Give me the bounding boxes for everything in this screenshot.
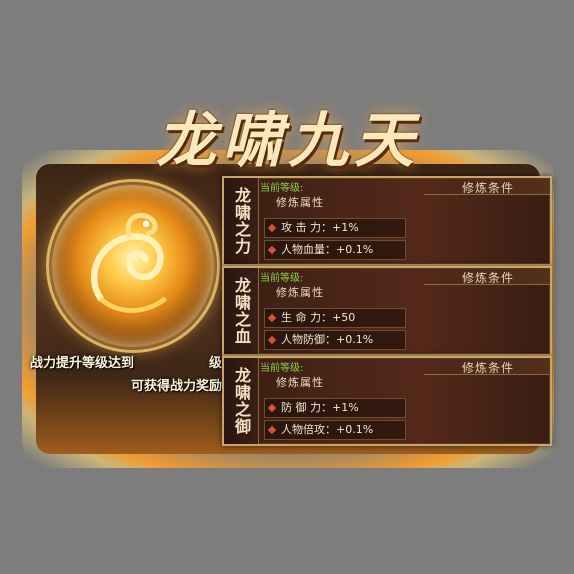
- attr-header: 修炼属性: [276, 196, 324, 209]
- attr-text: 防 御 力：+1%: [281, 401, 359, 414]
- promo-text: 战力提升等级达到 级 可获得战力奖励: [30, 352, 222, 394]
- diamond-bullet-icon: [267, 313, 277, 323]
- promo-line2: 可获得战力奖励: [130, 379, 222, 394]
- panel-longxiao-power: 龙啸之力 当前等级: 修炼条件 修炼属性 攻 击 力：+1% 人物血量：+0.1…: [222, 176, 552, 266]
- attr-row: 人物倍攻：+0.1%: [264, 420, 406, 440]
- page-title: 龙啸九天: [156, 106, 420, 176]
- attr-row: 人物血量：+0.1%: [264, 240, 406, 260]
- condition-label: 修炼条件: [461, 271, 514, 285]
- attr-header: 修炼属性: [276, 286, 324, 299]
- attr-row: 人物防御：+0.1%: [264, 330, 406, 350]
- attr-text: 生 命 力：+50: [281, 311, 356, 324]
- dragon-orb-icon[interactable]: [46, 179, 220, 353]
- attr-row: 防 御 力：+1%: [264, 398, 406, 418]
- promo-line1: 战力提升等级达到: [30, 356, 135, 371]
- attr-header: 修炼属性: [276, 376, 324, 389]
- diamond-bullet-icon: [267, 223, 277, 233]
- dragon-icon: [91, 213, 167, 313]
- attr-row: 生 命 力：+50: [264, 308, 406, 328]
- condition-label: 修炼条件: [461, 361, 514, 375]
- panel-title: 龙啸之力: [224, 178, 259, 264]
- panel-title: 龙啸之御: [224, 358, 259, 444]
- diamond-bullet-icon: [267, 403, 277, 413]
- diamond-bullet-icon: [267, 335, 277, 345]
- attr-row: 攻 击 力：+1%: [264, 218, 406, 238]
- current-level-label: 当前等级:: [260, 363, 304, 374]
- attr-text: 人物血量：+0.1%: [281, 243, 374, 256]
- panel-longxiao-blood: 龙啸之血 当前等级: 修炼条件 修炼属性 生 命 力：+50 人物防御：+0.1…: [222, 266, 552, 356]
- panel-longxiao-defense: 龙啸之御 当前等级: 修炼条件 修炼属性 防 御 力：+1% 人物倍攻：+0.1…: [222, 356, 552, 446]
- condition-label: 修炼条件: [461, 181, 514, 195]
- diamond-bullet-icon: [267, 425, 277, 435]
- promo-level-unit: 级: [208, 356, 222, 371]
- current-level-label: 当前等级:: [260, 183, 304, 194]
- panel-title: 龙啸之血: [224, 268, 259, 354]
- attr-text: 人物防御：+0.1%: [281, 333, 374, 346]
- attr-text: 攻 击 力：+1%: [281, 221, 359, 234]
- diamond-bullet-icon: [267, 245, 277, 255]
- attr-text: 人物倍攻：+0.1%: [281, 423, 374, 436]
- current-level-label: 当前等级:: [260, 273, 304, 284]
